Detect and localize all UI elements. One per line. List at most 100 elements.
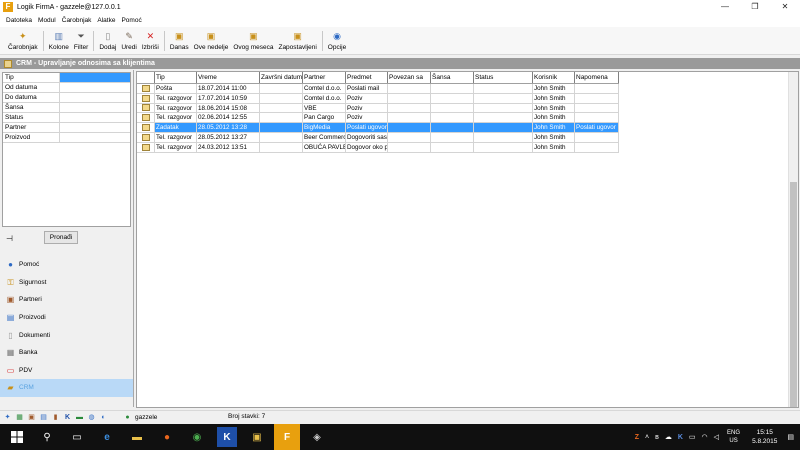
k-app-taskbar-icon[interactable]: K [217, 427, 237, 447]
this-month-button[interactable]: ▣ Ovog meseca [233, 31, 273, 54]
nav-item-pdv[interactable]: ▭ PDV [0, 362, 133, 380]
edge-browser-icon[interactable]: e [94, 424, 120, 450]
people-icon[interactable]: ▣ [27, 413, 36, 422]
file-explorer-icon[interactable]: ▬ [124, 424, 150, 450]
crm-icon: ▰ [7, 383, 14, 393]
column-header-predmet[interactable]: Predmet [346, 72, 388, 83]
documents-icon: ▯ [8, 330, 13, 340]
wizard-button[interactable]: ✦ Čarobnjak [8, 31, 38, 54]
search-icon[interactable]: ⚲ [34, 424, 60, 450]
task-view-icon[interactable]: ▭ [64, 424, 90, 450]
column-header-korisnik[interactable]: Korisnik [533, 72, 575, 83]
filter-value-proizvod[interactable] [60, 133, 130, 142]
column-header-vreme[interactable]: Vreme [197, 72, 260, 83]
columns-button[interactable]: ▥ Kolone [49, 31, 69, 54]
book-icon[interactable]: ▮ [51, 413, 60, 422]
app-taskbar-icon[interactable]: ◈ [304, 424, 330, 450]
neglected-icon: ▣ [293, 31, 302, 41]
k-tray-icon[interactable]: K [678, 434, 683, 441]
z-app-tray-icon[interactable]: Z [635, 434, 639, 441]
filter-value-do-datuma[interactable] [60, 93, 130, 102]
volume-icon[interactable]: ◁ [714, 433, 719, 441]
menu-alatke[interactable]: Alatke [97, 17, 115, 24]
column-header-partner[interactable]: Partner [303, 72, 346, 83]
options-button[interactable]: ◉ Opcije [328, 31, 346, 54]
minimize-button[interactable]: — [710, 0, 740, 14]
column-header-zavrsni-datum[interactable]: Završni datum [260, 72, 303, 83]
input-language[interactable]: ENG US [727, 429, 740, 445]
filter-value-od-datuma[interactable] [60, 83, 130, 92]
filter-row-tip[interactable]: Tip [3, 73, 130, 83]
help-icon: ● [8, 260, 13, 270]
clock[interactable]: 15:15 5.8.2015 [752, 428, 777, 446]
menu-pomoc[interactable]: Pomoć [121, 17, 141, 24]
edit-button[interactable]: ✎ Uredi [121, 31, 137, 54]
filter-value-tip[interactable] [60, 73, 130, 82]
today-button[interactable]: ▣ Danas [170, 31, 189, 54]
filter-row-do-datuma[interactable]: Do datuma [3, 93, 130, 103]
box-icon[interactable]: ▤ [39, 413, 48, 422]
nav-item-crm[interactable]: ▰ CRM [0, 379, 133, 397]
vertical-scrollbar[interactable] [788, 72, 798, 407]
filter-row-status[interactable]: Status [3, 113, 130, 123]
nav-item-pomoc[interactable]: ● Pomoć [0, 256, 133, 274]
chevron-up-icon[interactable]: ˄ [645, 434, 649, 441]
crm-grid: Tip Vreme Završni datum Partner Predmet … [136, 71, 799, 408]
table-row[interactable]: Tel. razgovor 17.07.2014 10:59 Comtel d.… [137, 93, 619, 104]
wifi-icon[interactable]: ◠ [702, 433, 708, 441]
nav-item-banka[interactable]: ▦ Banka [0, 344, 133, 362]
table-row[interactable]: Tel. razgovor 18.06.2014 15:08 VBE Poziv… [137, 103, 619, 114]
column-header-napomena[interactable]: Napomena [575, 72, 619, 83]
globe-icon[interactable]: ◍ [87, 413, 96, 422]
filter-row-sansa[interactable]: Šansa [3, 103, 130, 113]
nav-item-dokumenti[interactable]: ▯ Dokumenti [0, 326, 133, 344]
onedrive-icon[interactable]: ☁ [665, 433, 672, 441]
menu-datoteka[interactable]: Datoteka [6, 17, 32, 24]
scrollbar-thumb[interactable] [790, 182, 797, 407]
maximize-button[interactable]: ❐ [740, 0, 770, 14]
filter-button[interactable]: ⏷ Filter [74, 31, 88, 54]
table-row[interactable]: Pošta 18.07.2014 11:00 Comtel d.o.o. Pos… [137, 84, 619, 94]
filter-value-partner[interactable] [60, 123, 130, 132]
table-row[interactable]: Tel. razgovor 24.03.2012 13:51 OBUĆA PAV… [137, 142, 619, 153]
pin-icon[interactable]: ⊣ [6, 234, 13, 243]
battery-icon[interactable]: ▭ [689, 433, 696, 441]
bluetooth-icon[interactable]: ʙ [655, 434, 659, 441]
notifications-icon[interactable]: ▤ [787, 433, 794, 441]
windows-start-icon[interactable] [4, 424, 30, 450]
nav-item-sigurnost[interactable]: ⚿ Sigurnost [0, 274, 133, 292]
network-icon[interactable]: ◐ [99, 413, 108, 422]
table-row[interactable]: Tel. razgovor 28.05.2012 13:27 Beer Comm… [137, 132, 619, 143]
money-icon[interactable]: ▬ [75, 413, 84, 422]
column-header-sansa[interactable]: Šansa [431, 72, 474, 83]
menu-carobnjak[interactable]: Čarobnjak [62, 17, 92, 24]
menu-modul[interactable]: Modul [38, 17, 56, 24]
nav-item-proizvodi[interactable]: ▤ Proizvodi [0, 309, 133, 327]
settings-icon[interactable]: ✦ [3, 413, 12, 422]
search-button[interactable]: Pronađi [44, 231, 78, 244]
record-count: Broj stavki: 7 [228, 413, 266, 420]
filter-row-proizvod[interactable]: Proizvod [3, 133, 130, 143]
close-button[interactable]: ✕ [770, 0, 800, 14]
nav-item-partneri[interactable]: ▣ Partneri [0, 291, 133, 309]
photos-icon[interactable]: ▣ [244, 424, 270, 450]
filter-value-sansa[interactable] [60, 103, 130, 112]
logik-firma-taskbar-icon[interactable]: F [274, 424, 300, 450]
filter-value-status[interactable] [60, 113, 130, 122]
column-header-povezan-sa[interactable]: Povezan sa [388, 72, 431, 83]
filter-row-od-datuma[interactable]: Od datuma [3, 83, 130, 93]
filter-row-partner[interactable]: Partner [3, 123, 130, 133]
neglected-button[interactable]: ▣ Zapostavljeni [278, 31, 316, 54]
firefox-icon[interactable]: ● [154, 424, 180, 450]
delete-button[interactable]: ✕ Izbriši [142, 31, 159, 54]
chrome-icon[interactable]: ◉ [184, 424, 210, 450]
this-week-button[interactable]: ▣ Ove nedelje [194, 31, 229, 54]
spreadsheet-icon[interactable]: ▦ [15, 413, 24, 422]
table-row[interactable]: Tel. razgovor 02.06.2014 12:55 Pan Cargo… [137, 113, 619, 124]
k-app-icon[interactable]: K [63, 413, 72, 422]
table-row-selected[interactable]: Zadatak 28.05.2012 13:28 BigMedia Poslat… [137, 123, 619, 133]
toolbar-divider [163, 31, 165, 51]
add-button[interactable]: ▯ Dodaj [99, 31, 116, 54]
column-header-tip[interactable]: Tip [155, 72, 197, 83]
column-header-status[interactable]: Status [474, 72, 533, 83]
